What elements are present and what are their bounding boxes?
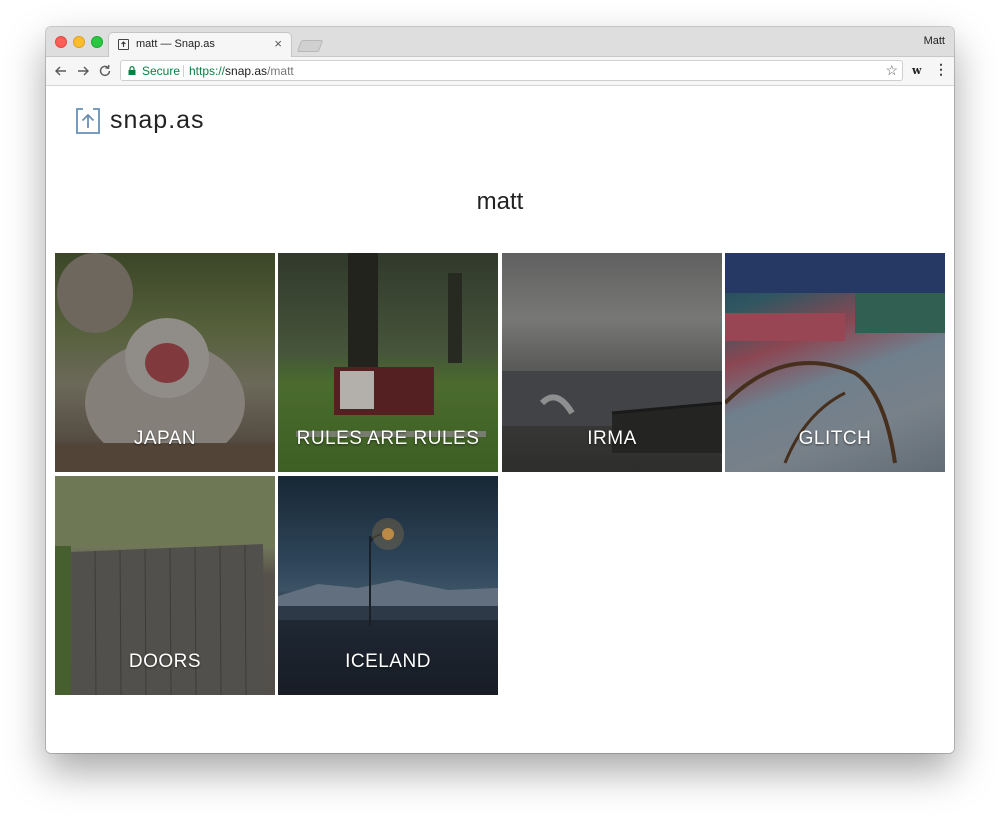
url-scheme: https:// bbox=[189, 64, 226, 78]
lock-icon bbox=[128, 66, 136, 75]
forward-icon[interactable] bbox=[73, 61, 93, 81]
address-bar[interactable]: Secure https://snap.as/matt ☆ bbox=[120, 60, 903, 81]
tab-title: matt — Snap.as bbox=[136, 38, 215, 50]
new-tab-button[interactable] bbox=[296, 40, 324, 52]
browser-menu-icon[interactable]: ⋮ bbox=[934, 61, 948, 78]
album-tile[interactable]: JAPAN bbox=[55, 253, 275, 472]
tab-active[interactable]: matt — Snap.as × bbox=[108, 32, 292, 57]
page-title: matt bbox=[476, 188, 524, 216]
reload-icon[interactable] bbox=[95, 61, 115, 81]
upload-logo-icon bbox=[76, 108, 100, 134]
favicon-icon bbox=[118, 39, 129, 50]
url-path: /matt bbox=[267, 64, 294, 78]
album-tile[interactable]: DOORS bbox=[55, 476, 275, 695]
album-tile[interactable]: GLITCH bbox=[725, 253, 945, 472]
url-host: snap.as bbox=[225, 64, 268, 78]
back-icon[interactable] bbox=[51, 61, 71, 81]
window-minimize-button[interactable] bbox=[73, 36, 85, 48]
browser-window: matt — Snap.as × Matt Secure https://sna… bbox=[46, 27, 954, 753]
browser-toolbar: Secure https://snap.as/matt ☆ w ⋮ bbox=[46, 57, 954, 86]
album-label: IRMA bbox=[587, 428, 637, 449]
album-label: ICELAND bbox=[345, 651, 431, 672]
tab-strip: matt — Snap.as × Matt bbox=[46, 27, 954, 57]
window-close-button[interactable] bbox=[55, 36, 67, 48]
album-tile[interactable]: ICELAND bbox=[278, 476, 498, 695]
album-label: RULES ARE RULES bbox=[296, 428, 480, 449]
page-content: snap.as matt JAPAN RULES ARE RULES IRMA … bbox=[46, 86, 954, 753]
album-label: GLITCH bbox=[798, 428, 872, 449]
album-label: JAPAN bbox=[133, 428, 197, 449]
omnibox-divider bbox=[183, 65, 184, 77]
album-label: DOORS bbox=[128, 651, 202, 672]
extension-w-icon[interactable]: w bbox=[912, 64, 921, 77]
bookmark-star-icon[interactable]: ☆ bbox=[885, 62, 898, 79]
url-text[interactable]: https://snap.as/matt bbox=[189, 64, 294, 78]
album-tile[interactable]: IRMA bbox=[502, 253, 722, 472]
tab-close-icon[interactable]: × bbox=[274, 36, 282, 52]
profile-name[interactable]: Matt bbox=[924, 35, 945, 47]
window-maximize-button[interactable] bbox=[91, 36, 103, 48]
secure-label: Secure bbox=[142, 64, 181, 78]
logo-text: snap.as bbox=[110, 106, 205, 134]
album-tile[interactable]: RULES ARE RULES bbox=[278, 253, 498, 472]
